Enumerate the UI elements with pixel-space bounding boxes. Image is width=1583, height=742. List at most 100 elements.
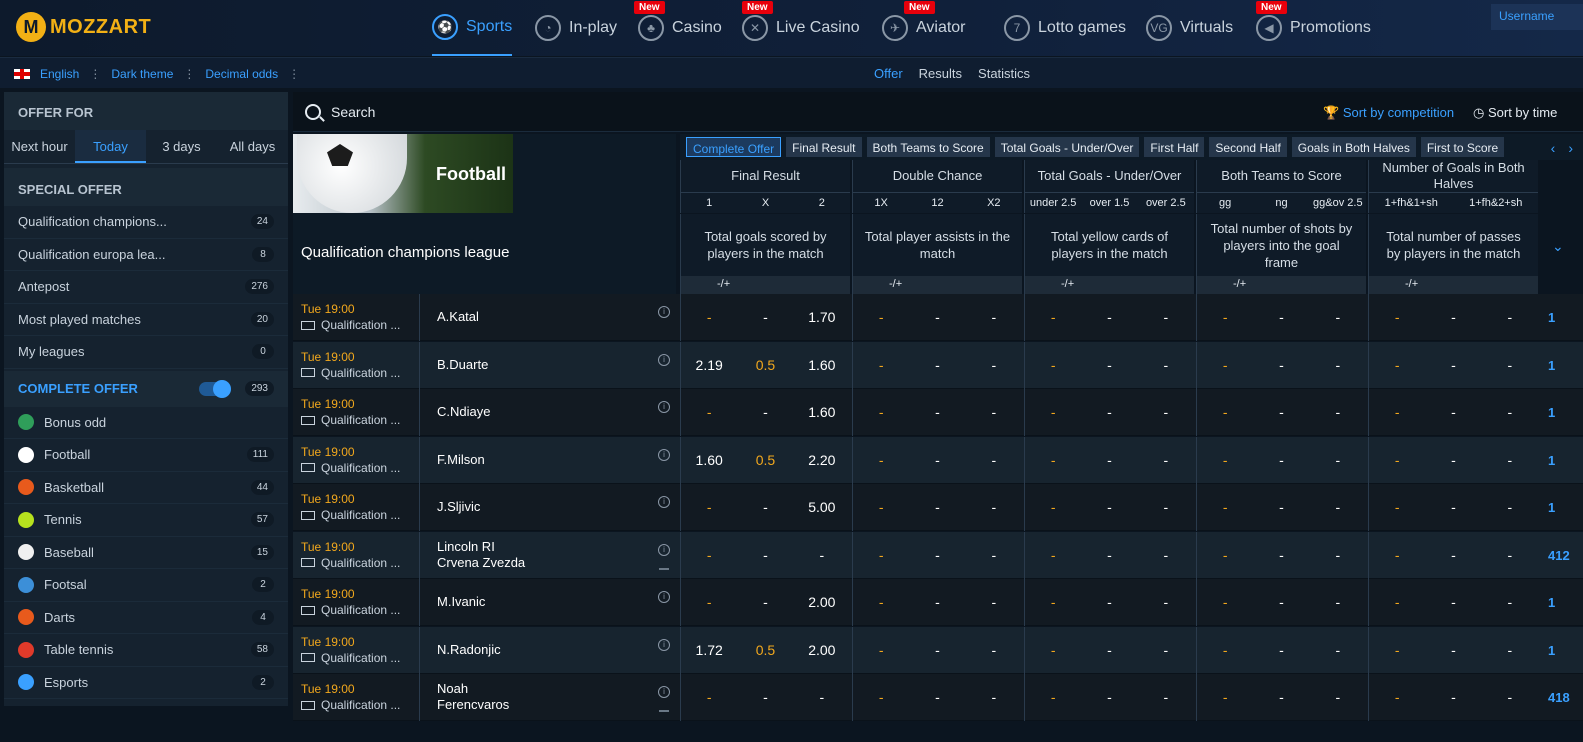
- tab-offer[interactable]: Offer: [874, 66, 903, 81]
- odds-cell[interactable]: -: [1310, 674, 1366, 721]
- odds-cell[interactable]: -: [794, 674, 850, 721]
- more-markets-count[interactable]: 1: [1548, 342, 1555, 389]
- odds-cell[interactable]: -: [1369, 342, 1425, 389]
- odds-cell[interactable]: -: [1025, 579, 1081, 626]
- tab-today[interactable]: Today: [75, 130, 146, 163]
- odds-cell[interactable]: -: [1138, 484, 1194, 531]
- odds-cell[interactable]: -: [1482, 579, 1538, 626]
- odds-cell[interactable]: -: [1310, 627, 1366, 674]
- info-icon[interactable]: i: [658, 591, 670, 603]
- sidebar-item-esports[interactable]: Esports 2: [4, 667, 288, 699]
- odds-cell[interactable]: -: [1197, 674, 1253, 721]
- odds-cell[interactable]: -: [737, 294, 793, 341]
- language-select[interactable]: English: [40, 67, 79, 81]
- sidebar-item-bonus-odd[interactable]: Bonus odd: [4, 407, 288, 439]
- tab-all-days[interactable]: All days: [217, 130, 288, 163]
- odds-cell[interactable]: 1.72: [681, 627, 737, 674]
- odds-cell[interactable]: -: [853, 674, 909, 721]
- sidebar-item-darts[interactable]: Darts 4: [4, 602, 288, 634]
- odds-cell[interactable]: -: [909, 532, 965, 579]
- sidebar-item-baseball[interactable]: Baseball 15: [4, 537, 288, 569]
- match-players[interactable]: F.Milson: [437, 452, 485, 468]
- odds-cell[interactable]: -: [1081, 437, 1137, 484]
- odds-cell[interactable]: 1.60: [681, 437, 737, 484]
- match-players[interactable]: Lincoln RI Crvena Zvezda: [437, 539, 525, 571]
- odds-cell[interactable]: -: [1197, 627, 1253, 674]
- odds-cell[interactable]: -: [1369, 674, 1425, 721]
- odds-cell[interactable]: -: [1197, 389, 1253, 436]
- odds-cell[interactable]: -: [1138, 674, 1194, 721]
- odds-cell[interactable]: -: [1253, 627, 1309, 674]
- theme-select[interactable]: Dark theme: [111, 67, 173, 81]
- stats-icon[interactable]: [659, 704, 669, 712]
- match-players[interactable]: Noah Ferencvaros: [437, 681, 509, 713]
- odds-cell[interactable]: -: [1197, 484, 1253, 531]
- market-tab-goals-in-both-halves[interactable]: Goals in Both Halves: [1291, 137, 1416, 157]
- odds-cell[interactable]: -: [1482, 532, 1538, 579]
- odds-cell[interactable]: -: [853, 532, 909, 579]
- sidebar-item-special[interactable]: My leagues 0: [4, 336, 288, 369]
- odds-cell[interactable]: -: [966, 342, 1022, 389]
- odds-cell[interactable]: -: [737, 532, 793, 579]
- odds-cell[interactable]: 1.60: [794, 389, 850, 436]
- tab-results[interactable]: Results: [919, 66, 962, 81]
- sort-by-time-button[interactable]: ◷ Sort by time: [1473, 105, 1557, 121]
- odds-cell[interactable]: -: [1310, 532, 1366, 579]
- sidebar-item-special[interactable]: Qualification europa lea... 8: [4, 239, 288, 271]
- sidebar-item-tennis[interactable]: Tennis 57: [4, 504, 288, 537]
- odds-cell[interactable]: -: [681, 674, 737, 721]
- odds-cell[interactable]: -: [853, 389, 909, 436]
- more-markets-count[interactable]: 1: [1548, 294, 1555, 341]
- odds-cell[interactable]: -: [1482, 484, 1538, 531]
- more-markets-count[interactable]: 1: [1548, 437, 1555, 484]
- odds-cell[interactable]: -: [1197, 532, 1253, 579]
- odds-cell[interactable]: -: [1197, 342, 1253, 389]
- odds-cell[interactable]: -: [966, 484, 1022, 531]
- chevron-left-icon[interactable]: ‹: [1547, 137, 1560, 157]
- odds-cell[interactable]: -: [1425, 579, 1481, 626]
- mozzart-logo[interactable]: M MOZZART: [16, 12, 151, 42]
- odds-cell[interactable]: -: [1425, 484, 1481, 531]
- odds-cell[interactable]: -: [966, 437, 1022, 484]
- odds-cell[interactable]: -: [737, 484, 793, 531]
- odds-cell[interactable]: 0.5: [737, 437, 793, 484]
- nav-virtuals[interactable]: VG Virtuals: [1146, 0, 1233, 56]
- odds-cell[interactable]: -: [1425, 532, 1481, 579]
- odds-cell[interactable]: -: [1369, 579, 1425, 626]
- odds-cell[interactable]: -: [1081, 389, 1137, 436]
- market-tab-first-half[interactable]: First Half: [1144, 137, 1205, 157]
- tv-icon[interactable]: [301, 415, 315, 425]
- odds-cell[interactable]: -: [1482, 437, 1538, 484]
- tab-next-hour[interactable]: Next hour: [4, 130, 75, 163]
- odds-cell[interactable]: -: [1138, 389, 1194, 436]
- odds-cell[interactable]: -: [1081, 674, 1137, 721]
- odds-cell[interactable]: -: [794, 532, 850, 579]
- odds-cell[interactable]: -: [1425, 627, 1481, 674]
- tab-3-days[interactable]: 3 days: [146, 130, 217, 163]
- nav-promotions[interactable]: ◀ Promotions New: [1256, 0, 1371, 56]
- more-markets-count[interactable]: 1: [1548, 627, 1555, 674]
- match-row[interactable]: Tue 19:00 Qualification ... N.Radonjic i 1.7…: [293, 626, 1583, 674]
- odds-cell[interactable]: -: [1138, 579, 1194, 626]
- odds-cell[interactable]: -: [1482, 294, 1538, 341]
- odds-cell[interactable]: -: [966, 389, 1022, 436]
- more-markets-count[interactable]: 418: [1548, 674, 1570, 721]
- odds-cell[interactable]: -: [1482, 627, 1538, 674]
- odds-cell[interactable]: -: [1197, 579, 1253, 626]
- odds-cell[interactable]: -: [1425, 437, 1481, 484]
- odds-cell[interactable]: -: [1369, 532, 1425, 579]
- odds-cell[interactable]: -: [1025, 627, 1081, 674]
- match-players[interactable]: C.Ndiaye: [437, 404, 490, 420]
- match-row[interactable]: Tue 19:00 Qualification ... M.Ivanic i - -2.0…: [293, 579, 1583, 626]
- odds-cell[interactable]: -: [966, 579, 1022, 626]
- odds-cell[interactable]: -: [1081, 294, 1137, 341]
- odds-cell[interactable]: 1.60: [794, 342, 850, 389]
- sidebar-item-special[interactable]: Most played matches 20: [4, 304, 288, 336]
- odds-cell[interactable]: -: [1253, 532, 1309, 579]
- odds-cell[interactable]: -: [1081, 484, 1137, 531]
- match-row[interactable]: Tue 19:00 Qualification ... F.Milson i 1.60 0…: [293, 436, 1583, 484]
- odds-cell[interactable]: -: [909, 484, 965, 531]
- odds-cell[interactable]: -: [1253, 674, 1309, 721]
- market-tab-both-teams-to-score[interactable]: Both Teams to Score: [866, 137, 990, 157]
- odds-cell[interactable]: -: [737, 389, 793, 436]
